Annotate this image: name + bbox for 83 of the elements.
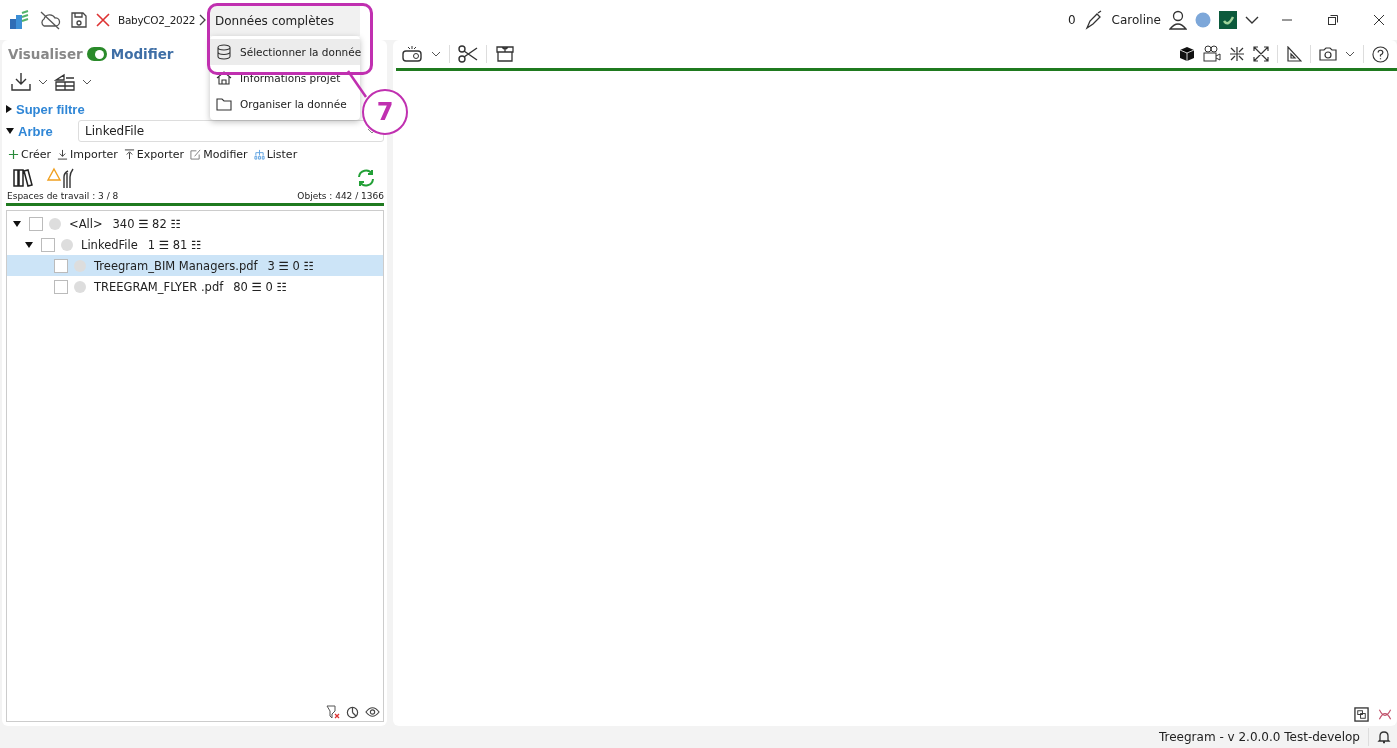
camera-icon[interactable] xyxy=(1319,46,1337,62)
status-dot-icon xyxy=(74,259,86,272)
tree-type-dropdown[interactable]: LinkedFile xyxy=(78,120,384,142)
menu-item[interactable]: Sélectionner la donnée xyxy=(210,39,360,65)
checkbox[interactable] xyxy=(54,258,68,273)
edit-icon xyxy=(190,149,202,160)
item-counts: 1 ☰ 81 ☷ xyxy=(147,237,202,252)
expand-toggle[interactable] xyxy=(25,241,33,248)
tree-action-link[interactable]: Importer xyxy=(57,148,118,161)
checkbox[interactable] xyxy=(41,237,55,252)
upload-icon xyxy=(123,149,135,160)
chevron-right-icon xyxy=(199,14,208,26)
status-dot-icon xyxy=(61,238,73,251)
camera-video-icon[interactable] xyxy=(1203,45,1221,63)
warning-split-icon[interactable] xyxy=(46,167,76,189)
tree-item-label: Treegram_BIM Managers.pdf xyxy=(94,258,258,273)
save-icon[interactable] xyxy=(70,11,88,29)
section-toggle[interactable] xyxy=(6,128,14,134)
section-title[interactable]: Arbre xyxy=(18,123,74,139)
menu-item[interactable]: Informations projet xyxy=(210,65,360,91)
expand-icon[interactable] xyxy=(1253,46,1269,62)
open-box-icon[interactable] xyxy=(495,45,515,63)
leader-line xyxy=(346,69,368,99)
layers-icon[interactable] xyxy=(54,72,76,92)
filter-off-icon[interactable] xyxy=(326,705,340,719)
tree-action-link[interactable]: Créer xyxy=(8,148,52,161)
view-mode-label: Visualiser xyxy=(8,46,83,62)
plus-icon xyxy=(8,149,19,160)
app-logo-icon xyxy=(8,9,30,31)
status-dot-icon xyxy=(49,217,61,230)
tree-row[interactable]: <All> 340 ☰ 82 ☷ xyxy=(7,213,383,234)
mode-toggle[interactable] xyxy=(86,47,107,61)
close-icon[interactable] xyxy=(1373,14,1385,26)
section-toggle[interactable] xyxy=(6,105,12,113)
item-counts: 80 ☰ 0 ☷ xyxy=(233,279,287,294)
version-text: Treegram - v 2.0.0.0 Test-develop xyxy=(1159,730,1360,744)
help-icon[interactable] xyxy=(1372,45,1389,63)
collapse-icon[interactable] xyxy=(1229,46,1245,62)
tree-item-label: <All> xyxy=(69,216,103,231)
user-name[interactable]: Caroline xyxy=(1111,13,1161,27)
tree-item-label: LinkedFile xyxy=(81,237,138,252)
expand-toggle[interactable] xyxy=(13,220,21,227)
unlink-icon[interactable] xyxy=(1377,707,1393,722)
tree-row[interactable]: LinkedFile 1 ☰ 81 ☷ xyxy=(7,234,383,255)
tree-action-link[interactable]: Modifier xyxy=(190,148,248,161)
status-dot-icon xyxy=(74,280,86,293)
checkbox[interactable] xyxy=(29,216,43,231)
item-counts: 340 ☰ 82 ☷ xyxy=(112,216,181,231)
cube-icon[interactable] xyxy=(1179,46,1195,62)
tree-item-label: TREEGRAM_FLYER .pdf xyxy=(94,279,224,294)
edit-mode-label: Modifier xyxy=(110,46,174,62)
edit-count: 0 xyxy=(1067,13,1076,27)
hierarchy-icon xyxy=(253,149,265,160)
restore-icon[interactable] xyxy=(1327,14,1339,26)
download-icon xyxy=(57,149,69,160)
tree-action-link[interactable]: Exporter xyxy=(123,148,185,161)
folder-icon xyxy=(216,96,232,112)
database-icon xyxy=(216,44,232,60)
checkbox[interactable] xyxy=(54,279,68,294)
scissors-icon[interactable] xyxy=(458,45,478,63)
tree-action-link[interactable]: Lister xyxy=(253,148,298,161)
cloud-off-icon[interactable] xyxy=(38,10,62,30)
download-icon[interactable] xyxy=(10,72,32,92)
objects-count: Objets : 442 / 1366 xyxy=(297,191,384,201)
section-title[interactable]: Super filtre xyxy=(16,101,85,117)
ruler-triangle-icon[interactable] xyxy=(1286,46,1302,62)
projector-icon[interactable] xyxy=(401,45,423,63)
project-name[interactable]: BabyCO2_2022 xyxy=(118,14,196,26)
menu-title[interactable]: Données complètes xyxy=(210,6,360,36)
eye-icon[interactable] xyxy=(365,706,380,718)
user-icon[interactable] xyxy=(1169,10,1187,30)
tree-row[interactable]: Treegram_BIM Managers.pdf 3 ☰ 0 ☷ xyxy=(7,255,383,276)
menu-item[interactable]: Organiser la donnée xyxy=(210,91,360,117)
workspaces-count: Espaces de travail : 3 / 8 xyxy=(7,191,119,201)
app-badge-icon[interactable] xyxy=(1219,11,1237,29)
fit-view-icon[interactable] xyxy=(1354,707,1369,722)
item-counts: 3 ☰ 0 ☷ xyxy=(267,258,314,273)
pie-chart-icon[interactable] xyxy=(346,705,359,719)
books-icon[interactable] xyxy=(12,168,34,188)
refresh-icon[interactable] xyxy=(356,168,376,188)
pen-icon[interactable] xyxy=(1083,10,1104,30)
tree-row[interactable]: TREEGRAM_FLYER .pdf 80 ☰ 0 ☷ xyxy=(7,276,383,297)
bell-icon[interactable] xyxy=(1377,730,1391,744)
